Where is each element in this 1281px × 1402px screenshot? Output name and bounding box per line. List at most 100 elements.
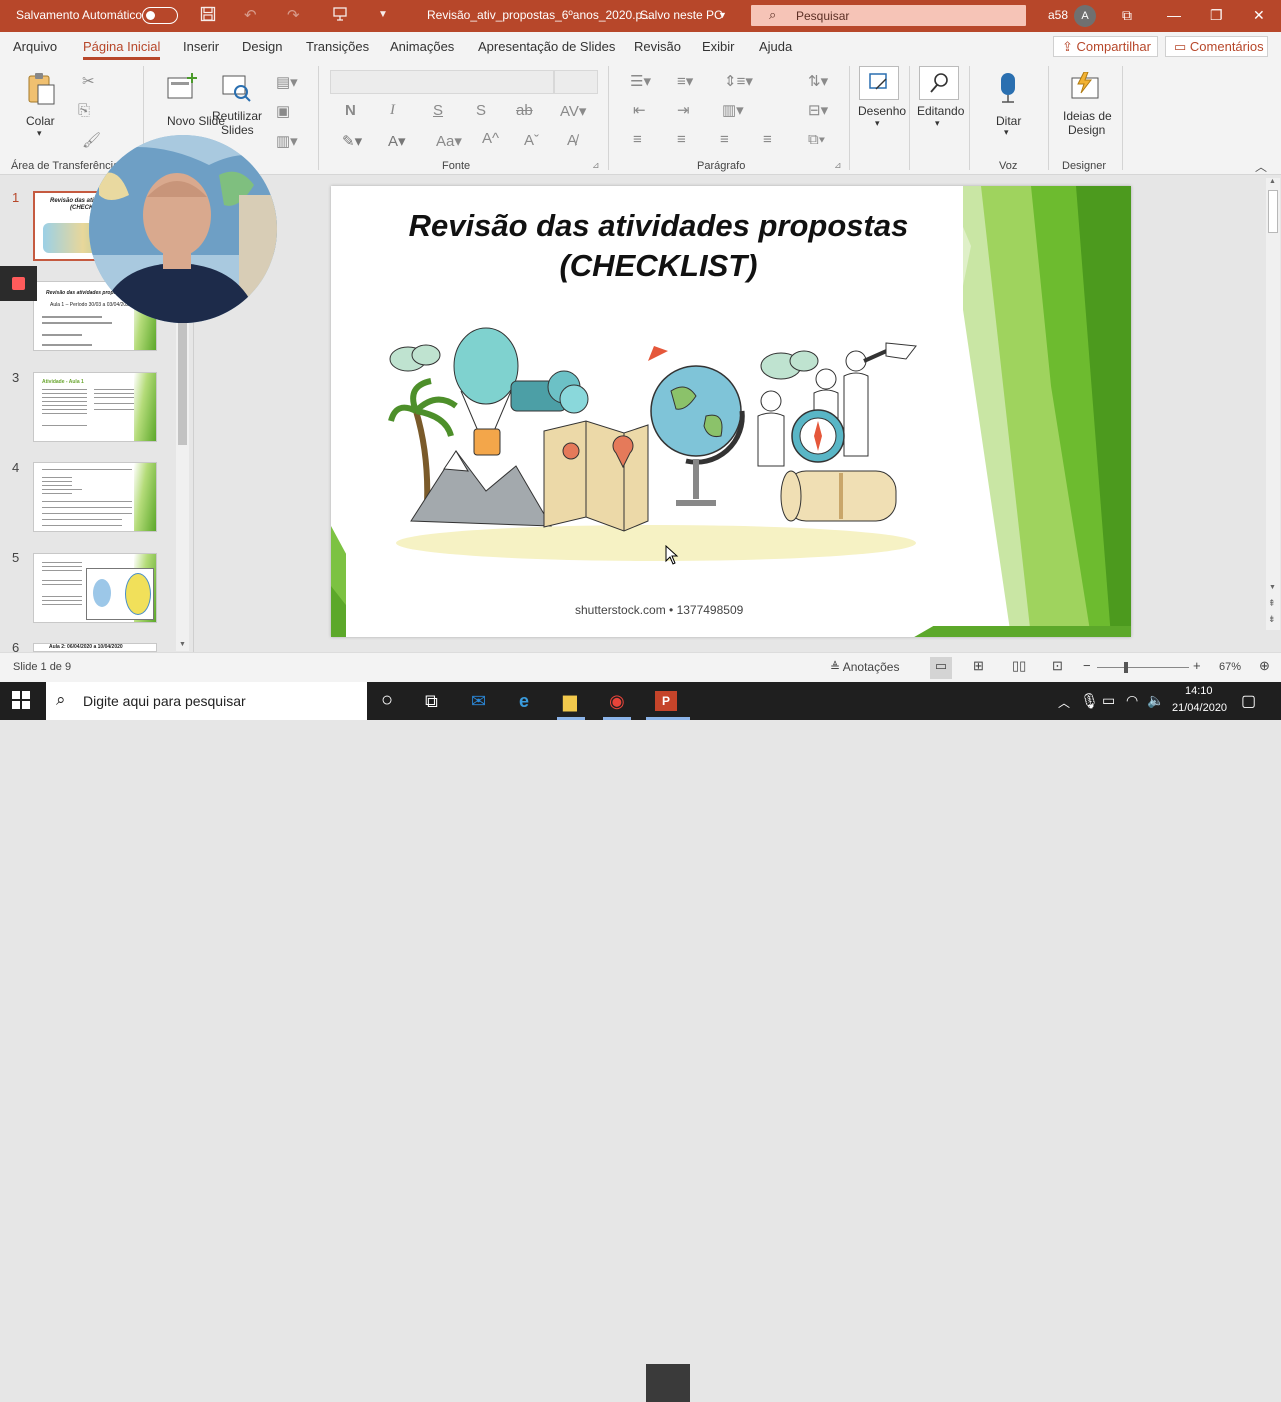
tab-arquivo[interactable]: Arquivo [13,39,57,54]
align-right-icon[interactable]: ≡ [720,131,729,148]
reuse-slides-label-2[interactable]: Slides [221,123,254,137]
draw-chevron-icon[interactable]: ▾ [875,118,880,129]
thumbnail-slide-6[interactable]: Aula 2: 06/04/2020 a 10/04/2020 [33,643,157,652]
slide-scrollbar[interactable]: ▲ ▼ ⇞ ⇟ [1266,178,1280,630]
reuse-slides-icon[interactable] [221,74,253,106]
chrome-icon[interactable]: ◉ [609,691,625,712]
smartart-icon[interactable]: ⧉▾ [808,131,825,148]
zoom-level[interactable]: 67% [1219,661,1241,673]
slide-scroll-thumb[interactable] [1268,190,1278,233]
close-icon[interactable]: ✕ [1253,7,1265,24]
taskbar-search-box[interactable]: ⌕ Digite aqui para pesquisar [46,682,367,720]
shadow-button[interactable]: S [476,102,486,119]
customize-toolbar-icon[interactable]: ▼ [378,9,388,20]
font-color-icon[interactable]: A▾ [388,132,406,150]
line-spacing-icon[interactable]: ⇕≡▾ [724,72,753,90]
paste-icon[interactable] [25,72,57,105]
reading-view-icon[interactable]: ▯▯ [1012,658,1026,674]
draw-icon[interactable] [859,66,899,100]
clock-time[interactable]: 14:10 [1185,685,1213,697]
font-size-select[interactable] [554,70,598,94]
chevron-down-icon[interactable]: ▼ [718,10,727,20]
tab-apresentacao[interactable]: Apresentação de Slides [478,39,615,54]
dictate-chevron-icon[interactable]: ▾ [1004,127,1009,138]
microphone-tray-icon[interactable]: 🎙 [1080,692,1099,710]
thumbnail-slide-3[interactable]: Atividade - Aula 1 [33,372,157,442]
strikethrough-icon[interactable]: ab [516,102,533,119]
design-ideas-icon[interactable] [1070,71,1102,104]
cut-icon[interactable]: ✂ [82,72,95,90]
normal-view-icon[interactable]: ▭ [930,657,952,679]
clear-format-icon[interactable]: A̸ [567,132,577,149]
highlight-icon[interactable]: ✎▾ [342,132,362,150]
slide-sorter-icon[interactable]: ⊞ [973,658,984,674]
bold-button[interactable]: N [345,102,356,119]
paragraph-dialog-icon[interactable]: ⊿ [834,160,842,171]
format-painter-icon[interactable]: 🖌 [82,131,101,149]
justify-icon[interactable]: ≡ [763,131,772,148]
tab-pagina-inicial[interactable]: Página Inicial [83,39,161,60]
record-stop-button[interactable] [0,266,37,301]
microphone-icon[interactable] [996,72,1028,104]
notifications-icon[interactable]: ▢ [1241,691,1256,711]
scroll-down-icon[interactable]: ▼ [179,641,186,648]
notes-button[interactable]: ≜ Anotações [830,660,899,674]
windows-start-icon[interactable] [12,691,30,714]
align-left-icon[interactable]: ≡ [633,131,642,148]
tab-animacoes[interactable]: Animações [390,39,454,54]
editing-chevron-icon[interactable]: ▾ [935,118,940,129]
align-center-icon[interactable]: ≡ [677,131,686,148]
slideshow-view-icon[interactable]: ⊡ [1052,658,1063,674]
clock-date[interactable]: 21/04/2020 [1172,702,1227,714]
travel-illustration[interactable] [386,321,926,561]
volume-icon[interactable]: 🔈 [1147,692,1164,709]
redo-icon[interactable]: ↷ [287,6,300,24]
dictate-label[interactable]: Ditar [996,114,1021,128]
minimize-icon[interactable]: — [1167,7,1181,23]
numbering-icon[interactable]: ≡▾ [677,72,693,90]
increase-indent-icon[interactable]: ⇥ [677,101,690,119]
edge-icon[interactable]: e [519,691,529,712]
font-name-select[interactable] [330,70,554,94]
tab-exibir[interactable]: Exibir [702,39,735,54]
shrink-font-icon[interactable]: Aˇ [524,132,539,149]
zoom-slider[interactable] [1097,667,1189,668]
decrease-indent-icon[interactable]: ⇤ [633,101,646,119]
avatar[interactable]: A [1074,5,1096,27]
draw-label[interactable]: Desenho [858,104,906,118]
slide-canvas[interactable]: Revisão das atividades propostas (CHECKL… [331,186,1131,637]
align-text-icon[interactable]: ⊟▾ [808,101,828,119]
ribbon-display-icon[interactable]: ⧉ [1122,7,1132,24]
design-ideas-label-2[interactable]: Design [1068,123,1105,137]
zoom-in-icon[interactable]: + [1193,658,1201,673]
bullets-icon[interactable]: ☰▾ [630,72,651,90]
change-case-icon[interactable]: Aa▾ [436,132,462,150]
text-direction-icon[interactable]: ⇅▾ [808,72,828,90]
zoom-out-icon[interactable]: − [1083,658,1091,673]
previous-slide-icon[interactable]: ⇞ [1268,598,1276,609]
battery-icon[interactable]: ▭ [1102,692,1115,709]
thumbnail-slide-5[interactable] [33,553,157,623]
underline-button[interactable]: S [433,102,443,119]
new-slide-icon[interactable] [166,72,198,104]
grow-font-icon[interactable]: A^ [482,130,499,147]
paste-chevron-icon[interactable]: ▾ [37,128,42,139]
tab-transicoes[interactable]: Transições [306,39,369,54]
comments-button[interactable]: ▭ Comentários [1165,36,1268,57]
share-button[interactable]: ⇪ Compartilhar [1053,36,1158,57]
tab-design[interactable]: Design [242,39,282,54]
file-explorer-icon[interactable]: ▆ [563,691,577,712]
undo-icon[interactable]: ↶ [244,6,257,24]
maximize-icon[interactable]: ❐ [1210,7,1223,24]
show-hidden-icons-icon[interactable]: ︿ [1058,694,1070,711]
section-icon[interactable]: ▥▾ [276,132,298,150]
paste-label[interactable]: Colar [26,114,55,128]
design-ideas-label-1[interactable]: Ideias de [1063,109,1112,123]
present-icon[interactable] [332,6,348,26]
thumbnail-slide-4[interactable] [33,462,157,532]
next-slide-icon[interactable]: ⇟ [1268,614,1276,625]
italic-button[interactable]: I [390,102,395,119]
editing-icon[interactable] [919,66,959,100]
editing-label[interactable]: Editando [917,104,964,118]
wifi-icon[interactable]: ◠ [1126,692,1138,709]
